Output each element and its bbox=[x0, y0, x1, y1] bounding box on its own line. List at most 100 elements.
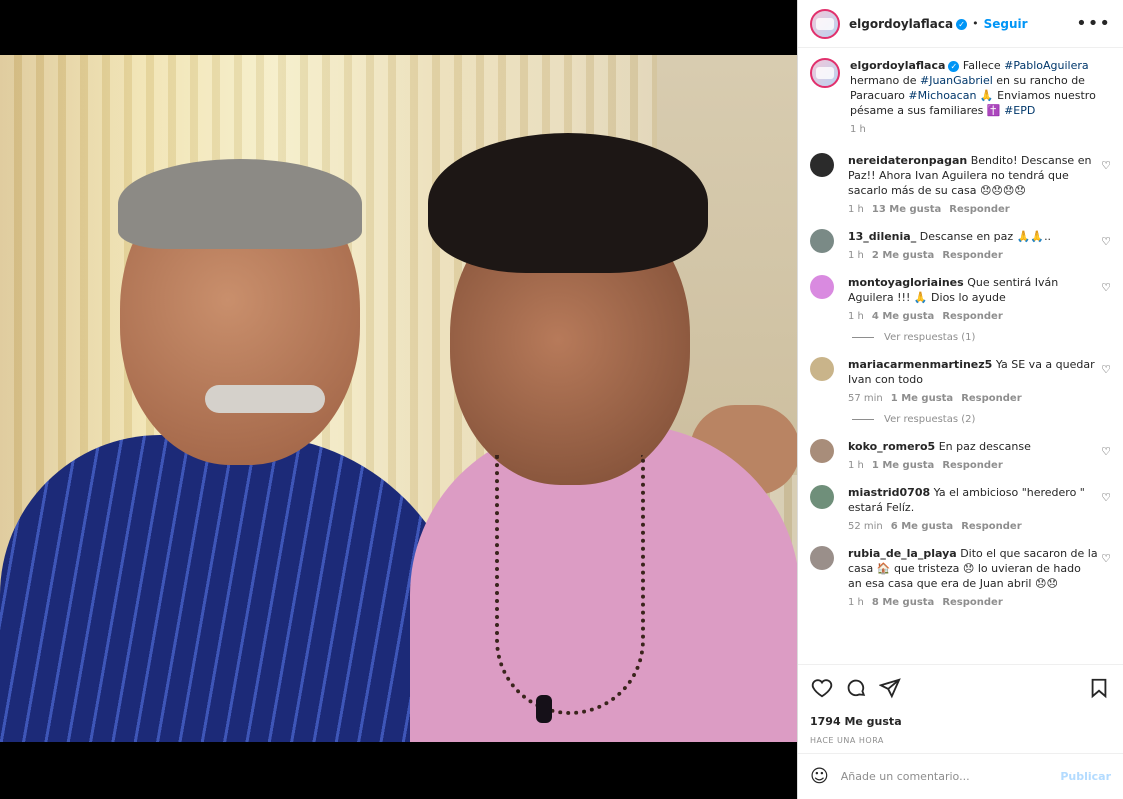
reply-button[interactable]: Responder bbox=[942, 460, 1002, 471]
comment-body: rubia_de_la_playa Dito el que sacaron de… bbox=[848, 546, 1098, 608]
comment-time: 1 h bbox=[848, 597, 864, 608]
comment-body: koko_romero5 En paz descanse 1 h 1 Me gust… bbox=[848, 439, 1098, 471]
right-person-hair bbox=[428, 133, 708, 273]
reply-button[interactable]: Responder bbox=[961, 521, 1021, 532]
comment-likes[interactable]: 6 Me gusta bbox=[891, 521, 953, 532]
comment-body: 13_dilenia_ Descanse en paz 🙏🙏.. 1 h 2 Me … bbox=[848, 229, 1098, 261]
comment-avatar[interactable] bbox=[810, 357, 834, 381]
post-photo[interactable] bbox=[0, 55, 797, 742]
avatar-image bbox=[816, 67, 834, 79]
comment-meta: 1 h 4 Me gusta Responder bbox=[848, 311, 1098, 322]
caption-avatar[interactable] bbox=[810, 58, 840, 88]
comment-likes[interactable]: 8 Me gusta bbox=[872, 597, 934, 608]
comment-meta: 57 min 1 Me gusta Responder bbox=[848, 393, 1098, 404]
comment-text: mariacarmenmartinez5 Ya SE va a quedar I… bbox=[848, 357, 1098, 387]
post-side-panel: elgordoylaflaca ✓ • Seguir ••• elgordoyla… bbox=[797, 0, 1123, 799]
caption-text: elgordoylaflaca ✓ Fallece #PabloAguilera … bbox=[850, 58, 1100, 118]
comment-like-heart-icon[interactable]: ♡ bbox=[1101, 159, 1111, 172]
comment-like-heart-icon[interactable]: ♡ bbox=[1101, 363, 1111, 376]
comment-item: rubia_de_la_playa Dito el que sacaron de… bbox=[810, 546, 1111, 608]
comment-time: 1 h bbox=[848, 311, 864, 322]
view-replies-button[interactable]: Ver respuestas (1) bbox=[852, 332, 1111, 343]
comment-item: koko_romero5 En paz descanse 1 h 1 Me gust… bbox=[810, 439, 1111, 471]
emoji-smile-icon[interactable]: ☺ bbox=[810, 766, 829, 787]
hashtag-link[interactable]: #EPD bbox=[1004, 104, 1035, 117]
comment-avatar[interactable] bbox=[810, 485, 834, 509]
comment-meta: 52 min 6 Me gusta Responder bbox=[848, 521, 1098, 532]
comment-body: miastrid0708 Ya el ambicioso "heredero "… bbox=[848, 485, 1098, 532]
comment-item: nereidateronpagan Bendito! Descanse en P… bbox=[810, 153, 1111, 215]
necklace bbox=[495, 455, 645, 715]
view-replies-label[interactable]: Ver respuestas (2) bbox=[884, 414, 975, 425]
comment-input[interactable] bbox=[840, 770, 1061, 783]
hashtag-link[interactable]: #Michoacan bbox=[908, 89, 976, 102]
media-viewer bbox=[0, 0, 797, 799]
comment-meta: 1 h 13 Me gusta Responder bbox=[848, 204, 1098, 215]
comment-avatar[interactable] bbox=[810, 229, 834, 253]
caption-username[interactable]: elgordoylaflaca bbox=[850, 59, 945, 72]
reply-button[interactable]: Responder bbox=[942, 250, 1002, 261]
comment-avatar[interactable] bbox=[810, 275, 834, 299]
comment-text: koko_romero5 En paz descanse bbox=[848, 439, 1098, 454]
comment-username[interactable]: koko_romero5 bbox=[848, 440, 935, 453]
hashtag-link[interactable]: #JuanGabriel bbox=[920, 74, 993, 87]
verified-badge-icon: ✓ bbox=[948, 60, 960, 72]
comment-likes[interactable]: 1 Me gusta bbox=[872, 460, 934, 471]
comment-message: Descanse en paz 🙏🙏.. bbox=[919, 230, 1052, 243]
follow-button[interactable]: Seguir bbox=[984, 17, 1028, 31]
comment-username[interactable]: rubia_de_la_playa bbox=[848, 547, 957, 560]
likes-count[interactable]: 1794 Me gusta bbox=[810, 715, 1111, 728]
reply-button[interactable]: Responder bbox=[961, 393, 1021, 404]
reply-button[interactable]: Responder bbox=[942, 597, 1002, 608]
reply-button[interactable]: Responder bbox=[942, 311, 1002, 322]
comment-body: mariacarmenmartinez5 Ya SE va a quedar I… bbox=[848, 357, 1098, 404]
comment-likes[interactable]: 13 Me gusta bbox=[872, 204, 941, 215]
comments-list[interactable]: elgordoylaflaca ✓ Fallece #PabloAguilera … bbox=[798, 48, 1123, 664]
comment-avatar[interactable] bbox=[810, 153, 834, 177]
save-bookmark-icon[interactable] bbox=[1087, 676, 1111, 700]
share-paper-plane-icon[interactable] bbox=[878, 676, 902, 700]
comment-like-heart-icon[interactable]: ♡ bbox=[1101, 491, 1111, 504]
comment-username[interactable]: 13_dilenia_ bbox=[848, 230, 916, 243]
hashtag-link[interactable]: #PabloAguilera bbox=[1004, 59, 1089, 72]
view-replies-label[interactable]: Ver respuestas (1) bbox=[884, 332, 975, 343]
username-text[interactable]: elgordoylaflaca bbox=[849, 17, 953, 31]
comment-avatar[interactable] bbox=[810, 546, 834, 570]
comment-username[interactable]: montoyagloriaines bbox=[848, 276, 964, 289]
comment-body: montoyagloriaines Que sentirá Iván Aguil… bbox=[848, 275, 1098, 322]
comment-like-heart-icon[interactable]: ♡ bbox=[1101, 235, 1111, 248]
replies-line bbox=[852, 419, 874, 420]
comment-container: nereidateronpagan Bendito! Descanse en P… bbox=[810, 153, 1111, 608]
view-replies-button[interactable]: Ver respuestas (2) bbox=[852, 414, 1111, 425]
comment-likes[interactable]: 4 Me gusta bbox=[872, 311, 934, 322]
comment-like-heart-icon[interactable]: ♡ bbox=[1101, 281, 1111, 294]
comment-likes[interactable]: 2 Me gusta bbox=[872, 250, 934, 261]
caption-time: 1 h bbox=[850, 124, 866, 135]
publish-button[interactable]: Publicar bbox=[1060, 770, 1111, 783]
comment-time: 1 h bbox=[848, 250, 864, 261]
comment-username[interactable]: nereidateronpagan bbox=[848, 154, 967, 167]
comment-like-heart-icon[interactable]: ♡ bbox=[1101, 445, 1111, 458]
avatar-image bbox=[816, 17, 834, 30]
post-timestamp: HACE UNA HORA bbox=[810, 736, 884, 745]
profile-avatar[interactable] bbox=[810, 8, 840, 39]
comment-item: mariacarmenmartinez5 Ya SE va a quedar I… bbox=[810, 357, 1111, 404]
comment-username[interactable]: mariacarmenmartinez5 bbox=[848, 358, 992, 371]
like-heart-icon[interactable] bbox=[810, 676, 834, 700]
reply-button[interactable]: Responder bbox=[949, 204, 1009, 215]
comment-username[interactable]: miastrid0708 bbox=[848, 486, 930, 499]
replies-line bbox=[852, 337, 874, 338]
comment-bubble-icon[interactable] bbox=[844, 676, 868, 700]
comment-like-heart-icon[interactable]: ♡ bbox=[1101, 552, 1111, 565]
more-options-icon[interactable]: ••• bbox=[1076, 13, 1111, 34]
comment-avatar[interactable] bbox=[810, 439, 834, 463]
separator-dot: • bbox=[972, 17, 979, 30]
comment-time: 52 min bbox=[848, 521, 883, 532]
post-header: elgordoylaflaca ✓ • Seguir ••• bbox=[798, 0, 1123, 48]
comment-likes[interactable]: 1 Me gusta bbox=[891, 393, 953, 404]
caption-body: elgordoylaflaca ✓ Fallece #PabloAguilera … bbox=[850, 58, 1100, 135]
left-person-hair bbox=[118, 159, 362, 249]
comment-body: nereidateronpagan Bendito! Descanse en P… bbox=[848, 153, 1098, 215]
comment-meta: 1 h 1 Me gusta Responder bbox=[848, 460, 1098, 471]
profile-username[interactable]: elgordoylaflaca ✓ bbox=[849, 17, 968, 31]
